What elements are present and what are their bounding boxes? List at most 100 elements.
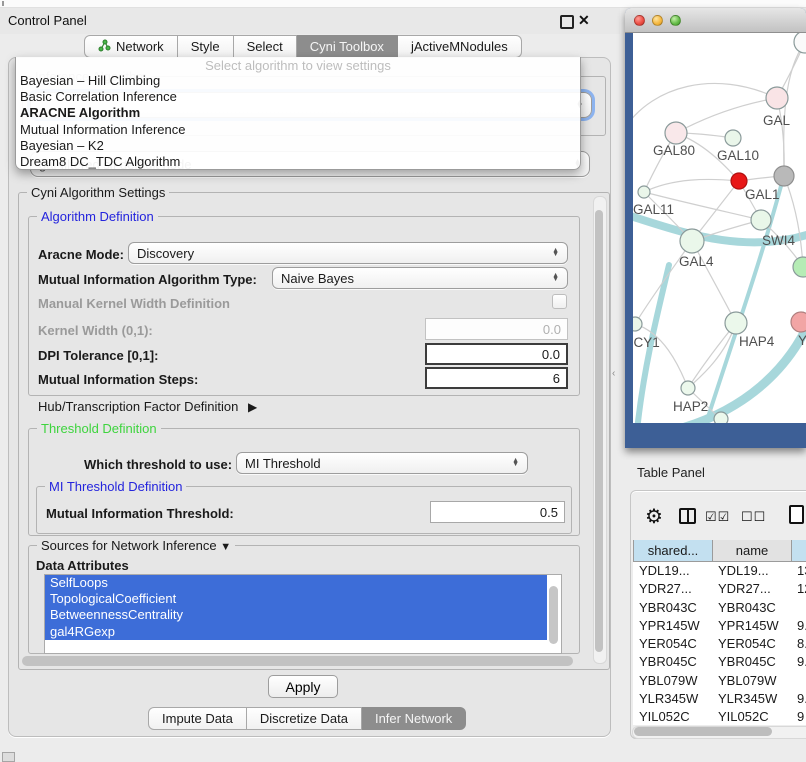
network-node[interactable] <box>714 412 728 423</box>
network-node[interactable] <box>774 166 794 186</box>
tab-select[interactable]: Select <box>234 35 297 58</box>
network-view-window: GALGAL80GAL10GAL1GAL11GAL4SWI4GCY1HAP4YH… <box>625 8 806 448</box>
attr-list-vscroll-thumb[interactable] <box>549 586 558 644</box>
hub-definition-label: Hub/Transcription Factor Definition <box>38 399 238 414</box>
network-node-hap4[interactable] <box>725 312 747 334</box>
mi-algorithm-type-value: Naive Bayes <box>281 271 546 286</box>
table-row[interactable]: YBR045CYBR045C9. <box>633 653 806 671</box>
table-cell: 9. <box>791 653 806 671</box>
top-strip-tick <box>2 1 4 6</box>
splitter-handle[interactable]: ‹ <box>612 368 615 379</box>
attribute-item-topologicalcoefficient[interactable]: TopologicalCoefficient <box>45 591 547 607</box>
table-cell: YBR043C <box>633 599 712 617</box>
table-cell: YDR27... <box>712 580 791 598</box>
aracne-mode-combobox[interactable]: Discovery ▲▼ <box>128 242 568 264</box>
network-node-gal10[interactable] <box>725 130 741 146</box>
collapse-down-icon[interactable]: ▼ <box>220 541 231 553</box>
settings-vscroll-thumb[interactable] <box>595 210 603 652</box>
network-canvas[interactable]: GALGAL80GAL10GAL1GAL11GAL4SWI4GCY1HAP4YH… <box>633 33 806 423</box>
tab-cyni-toolbox[interactable]: Cyni Toolbox <box>297 35 398 58</box>
network-node-hap2[interactable] <box>681 381 695 395</box>
expand-right-icon[interactable]: ▶ <box>248 400 257 414</box>
table-cell: 9 <box>791 708 806 725</box>
columns-icon[interactable] <box>679 508 696 524</box>
table-row[interactable]: YBL079WYBL079W <box>633 672 806 690</box>
attribute-item-betweennesscentrality[interactable]: BetweennessCentrality <box>45 607 547 623</box>
attribute-item-gal4rgexp[interactable]: gal4RGexp <box>45 624 547 640</box>
file-icon[interactable] <box>789 505 804 524</box>
network-node[interactable] <box>794 33 806 53</box>
mi-steps-field[interactable]: 6 <box>425 367 568 389</box>
network-node-gal11[interactable] <box>638 186 650 198</box>
algorithm-option-dream8-dc-tdc-algorithm[interactable]: Dream8 DC_TDC Algorithm <box>16 154 580 170</box>
network-node-gcy1[interactable] <box>633 317 642 331</box>
column-header-shared[interactable]: shared... <box>634 540 713 562</box>
node-label-y: Y <box>798 333 806 348</box>
table-row[interactable]: YBR043CYBR043C <box>633 599 806 617</box>
algorithm-option-mutual-information-inference[interactable]: Mutual Information Inference <box>16 122 580 138</box>
gear-icon[interactable]: ⚙ <box>645 504 663 529</box>
network-node-gal4[interactable] <box>680 229 704 253</box>
network-edge <box>777 98 784 176</box>
zoom-traffic-icon[interactable] <box>670 15 681 26</box>
collapsed-panel-icon[interactable] <box>2 752 15 762</box>
sources-group-title: Sources for Network Inference ▼ <box>37 538 235 553</box>
settings-hscroll-thumb[interactable] <box>22 656 573 666</box>
mi-threshold-field[interactable]: 0.5 <box>430 501 565 523</box>
close-traffic-icon[interactable] <box>634 15 645 26</box>
tab-infer-network[interactable]: Infer Network <box>362 707 466 730</box>
select-all-icon[interactable]: ☑☑ <box>705 509 730 525</box>
tab-impute-data[interactable]: Impute Data <box>148 707 247 730</box>
apply-button[interactable]: Apply <box>268 675 338 698</box>
data-attributes-list[interactable]: SelfLoopsTopologicalCoefficientBetweenne… <box>44 574 562 654</box>
table-row[interactable]: YDR27...YDR27...12 <box>633 580 806 598</box>
algorithm-dropdown-list: Select algorithm to view settings Bayesi… <box>15 57 581 170</box>
table-row[interactable]: YER054CYER054C8. <box>633 635 806 653</box>
tab-discretize-data[interactable]: Discretize Data <box>247 707 362 730</box>
kernel-width-label: Kernel Width (0,1): <box>38 323 153 338</box>
unselect-all-icon[interactable]: ☐☐ <box>741 509 766 525</box>
attribute-item-selfloops[interactable]: SelfLoops <box>45 575 547 591</box>
tab-network[interactable]: Network <box>84 35 178 58</box>
which-threshold-value: MI Threshold <box>245 456 506 471</box>
table-cell: YER054C <box>712 635 791 653</box>
tab-jactivemnodules[interactable]: jActiveMNodules <box>398 35 522 58</box>
dropdown-items: Bayesian – Hill ClimbingBasic Correlatio… <box>16 73 580 170</box>
network-window-titlebar[interactable] <box>625 8 806 33</box>
node-label-gcy1: GCY1 <box>633 335 660 350</box>
tab-style[interactable]: Style <box>178 35 234 58</box>
table-row[interactable]: YPR145WYPR145W9. <box>633 617 806 635</box>
mi-threshold-label: Mutual Information Threshold: <box>46 506 234 521</box>
aracne-mode-value: Discovery <box>137 246 546 261</box>
node-label-gal: GAL <box>763 113 791 128</box>
table-row[interactable]: YIL052CYIL052C9 <box>633 708 806 725</box>
mi-algorithm-type-combobox[interactable]: Naive Bayes ▲▼ <box>272 267 568 289</box>
network-node-y[interactable] <box>791 312 806 332</box>
network-node-gal80[interactable] <box>665 122 687 144</box>
which-threshold-combobox[interactable]: MI Threshold ▲▼ <box>236 452 528 474</box>
algorithm-option-bayesian-k2[interactable]: Bayesian – K2 <box>16 138 580 154</box>
close-icon[interactable]: ✕ <box>578 12 590 29</box>
table-hscroll-thumb[interactable] <box>634 727 772 736</box>
table-cell: YIL052C <box>712 708 791 725</box>
float-icon[interactable] <box>560 15 574 29</box>
kernel-width-field[interactable]: 0.0 <box>425 318 568 340</box>
network-node-swi4[interactable] <box>793 257 806 277</box>
network-node-gal1[interactable] <box>751 210 771 230</box>
cyni-algorithm-settings-title: Cyni Algorithm Settings <box>27 185 169 200</box>
hub-definition-toggle[interactable]: Hub/Transcription Factor Definition ▶ <box>38 399 257 414</box>
table-row[interactable]: YDL19...YDL19...13 <box>633 562 806 580</box>
stepper-icon: ▲▼ <box>512 459 519 468</box>
column-header-name[interactable]: name <box>713 540 792 562</box>
manual-kernel-width-checkbox[interactable] <box>552 294 567 309</box>
network-node-gal[interactable] <box>766 87 788 109</box>
algorithm-option-basic-correlation-inference[interactable]: Basic Correlation Inference <box>16 89 580 105</box>
table-cell: YBL079W <box>712 672 791 690</box>
dpi-tolerance-field[interactable]: 0.0 <box>425 343 568 365</box>
minimize-traffic-icon[interactable] <box>652 15 663 26</box>
table-row[interactable]: YLR345WYLR345W9. <box>633 690 806 708</box>
algorithm-option-bayesian-hill-climbing[interactable]: Bayesian – Hill Climbing <box>16 73 580 89</box>
algorithm-option-aracne-algorithm[interactable]: ARACNE Algorithm <box>16 105 580 121</box>
column-header-a[interactable]: A <box>792 540 806 562</box>
table-cell: YER054C <box>633 635 712 653</box>
